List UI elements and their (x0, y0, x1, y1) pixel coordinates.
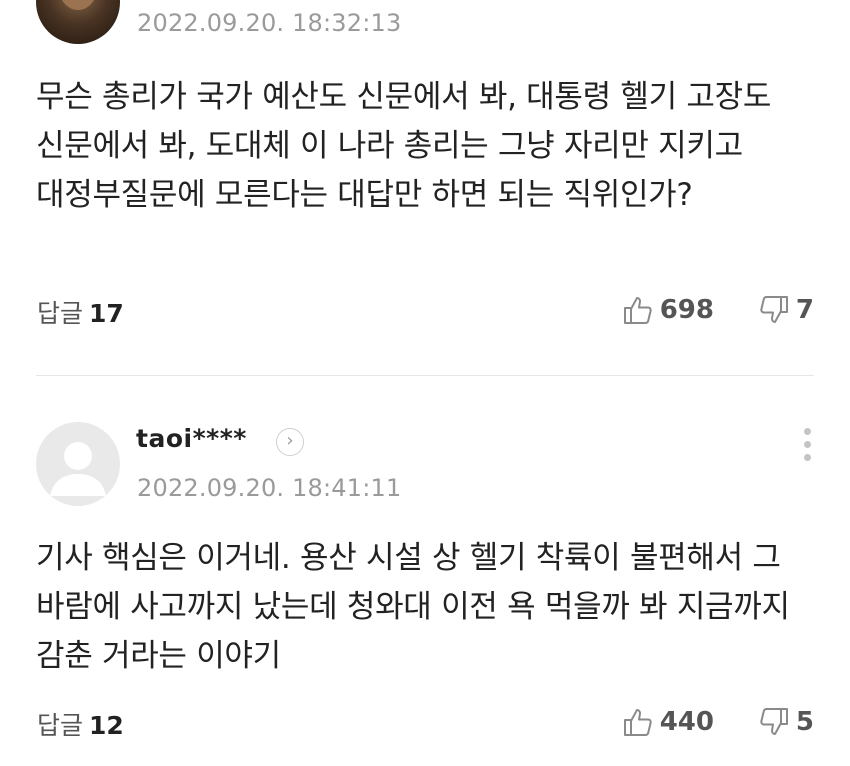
comment-text: 무슨 총리가 국가 예산도 신문에서 봐, 대통령 헬기 고장도 신문에서 봐,… (36, 79, 772, 213)
reply-count: 17 (89, 299, 124, 328)
reply-label: 답글 (37, 711, 84, 740)
thumbs-down-icon (760, 708, 788, 735)
reply-button[interactable]: 답글 12 (37, 706, 124, 742)
comment-text: 기사 핵심은 이거네. 용산 시설 상 헬기 착륙이 불편해서 그 바람에 사고… (36, 540, 790, 674)
comment-timestamp: 2022.09.20. 18:32:13 (137, 9, 402, 37)
comment-actions: 답글 17 698 7 (0, 292, 850, 332)
more-vertical-icon[interactable] (802, 428, 812, 468)
comment-item: 2022.09.20. 18:32:13 무슨 총리가 국가 예산도 신문에서 … (0, 0, 850, 376)
reply-button[interactable]: 답글 17 (37, 294, 124, 330)
comment-feed: 2022.09.20. 18:32:13 무슨 총리가 국가 예산도 신문에서 … (0, 0, 850, 766)
dislike-count: 5 (795, 707, 814, 737)
comment-item: taoi**** › 2022.09.20. 18:41:11 기사 핵심은 이… (0, 376, 850, 766)
like-count: 440 (659, 707, 714, 737)
chevron-right-icon[interactable]: › (276, 428, 304, 456)
dot (803, 454, 811, 461)
avatar[interactable] (36, 422, 120, 506)
thumbs-down-icon (760, 296, 788, 323)
reply-count: 12 (89, 711, 124, 740)
default-avatar-icon (50, 442, 106, 496)
nickname[interactable]: taoi**** (136, 424, 247, 453)
avatar-face (58, 0, 98, 10)
dot (803, 428, 811, 435)
thumbs-up-icon (623, 709, 652, 736)
comment-actions: 답글 12 440 5 (0, 704, 850, 744)
thumbs-up-icon (623, 297, 652, 324)
avatar[interactable] (36, 0, 120, 44)
dislike-count: 7 (795, 295, 814, 325)
dot (803, 441, 811, 448)
dislike-button[interactable]: 5 (758, 704, 814, 740)
like-count: 698 (659, 295, 714, 325)
comment-timestamp: 2022.09.20. 18:41:11 (137, 474, 402, 502)
reply-label: 답글 (37, 299, 84, 328)
like-button[interactable]: 440 (622, 704, 714, 740)
dislike-button[interactable]: 7 (758, 292, 814, 328)
like-button[interactable]: 698 (622, 292, 714, 328)
